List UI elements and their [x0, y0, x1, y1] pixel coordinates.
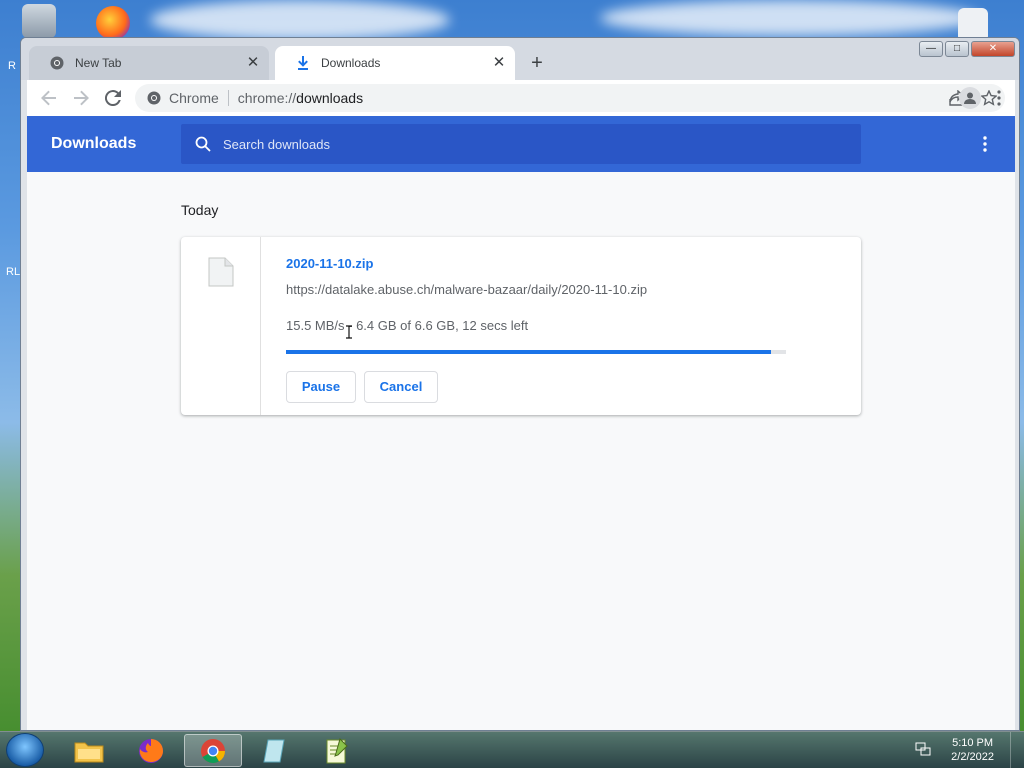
- kebab-menu-icon: [983, 136, 987, 152]
- page-title: Downloads: [51, 135, 137, 152]
- tab-title: Downloads: [321, 56, 381, 70]
- recycle-bin-icon[interactable]: [22, 4, 56, 38]
- search-field[interactable]: [181, 124, 861, 164]
- pause-button[interactable]: Pause: [286, 371, 356, 403]
- chrome-window: New Tab ✕ Downloads ✕ + — □ ✕ Chrome chr…: [20, 37, 1020, 731]
- tab-downloads[interactable]: Downloads ✕: [275, 46, 515, 80]
- profile-avatar-button[interactable]: [959, 87, 981, 109]
- download-icon: [295, 55, 311, 71]
- chrome-icon: [49, 55, 65, 71]
- download-item-card: 2020-11-10.zip https://datalake.abuse.ch…: [181, 237, 861, 415]
- search-icon: [195, 136, 211, 152]
- browser-toolbar: Chrome chrome://downloads: [27, 80, 1015, 116]
- file-icon: [208, 257, 234, 292]
- clock-time: 5:10 PM: [952, 737, 994, 749]
- close-window-button[interactable]: ✕: [971, 41, 1015, 57]
- show-desktop-button[interactable]: [1010, 732, 1024, 768]
- address-bar[interactable]: Chrome chrome://downloads: [135, 84, 1005, 112]
- back-button[interactable]: [33, 82, 65, 114]
- tab-close-icon[interactable]: ✕: [243, 53, 263, 73]
- taskbar-file-explorer[interactable]: [60, 734, 118, 767]
- file-explorer-icon: [74, 742, 104, 762]
- download-progress-fill: [286, 350, 771, 354]
- taskbar-firefox[interactable]: [122, 734, 180, 767]
- taskbar-notepad-plus-plus[interactable]: [308, 734, 366, 767]
- date-section-label: Today: [181, 202, 219, 218]
- url-path: downloads: [296, 90, 364, 106]
- tab-close-icon[interactable]: ✕: [489, 53, 509, 73]
- search-input[interactable]: [223, 136, 861, 152]
- omnibox-divider: [227, 90, 229, 106]
- person-icon: [964, 92, 976, 104]
- downloads-page: Downloads Today 2020-11-10.zip https://d…: [27, 116, 1015, 730]
- desktop-label-fragment: RL: [6, 266, 21, 278]
- taskbar-chrome[interactable]: [184, 734, 242, 767]
- notes-icon: [263, 739, 285, 762]
- site-chip-label: Chrome: [169, 90, 219, 106]
- tab-title: New Tab: [75, 56, 122, 70]
- forward-arrow-icon: [74, 90, 89, 106]
- minimize-button[interactable]: —: [919, 41, 943, 57]
- download-source-url[interactable]: https://datalake.abuse.ch/malware-bazaar…: [286, 282, 647, 297]
- tab-new-tab[interactable]: New Tab ✕: [29, 46, 269, 80]
- notepad-plus-plus-icon: [326, 737, 348, 763]
- url-scheme: chrome://: [237, 90, 297, 106]
- download-progress-bar: [286, 350, 786, 354]
- sky-cloud: [150, 0, 450, 40]
- tab-strip: New Tab ✕ Downloads ✕ + — □ ✕: [21, 38, 1019, 80]
- taskbar: 5:10 PM 2/2/2022: [0, 731, 1024, 768]
- downloads-menu-button[interactable]: [973, 132, 997, 156]
- taskbar-notes[interactable]: [246, 734, 304, 767]
- chrome-icon: [201, 738, 225, 763]
- maximize-button[interactable]: □: [945, 41, 969, 57]
- file-icon-column: [181, 237, 261, 415]
- cancel-button[interactable]: Cancel: [364, 371, 438, 403]
- download-status-text: 15.5 MB/s - 6.4 GB of 6.6 GB, 12 secs le…: [286, 318, 529, 333]
- firefox-desktop-icon[interactable]: [96, 6, 130, 40]
- forward-button[interactable]: [65, 82, 97, 114]
- reload-button[interactable]: [97, 82, 129, 114]
- browser-menu-button[interactable]: [983, 82, 1015, 114]
- back-arrow-icon: [41, 90, 56, 106]
- reload-icon: [105, 90, 121, 106]
- sky-cloud: [600, 0, 980, 36]
- chrome-icon: [147, 91, 161, 105]
- clock-date: 2/2/2022: [951, 751, 994, 763]
- download-file-link[interactable]: 2020-11-10.zip: [286, 256, 373, 271]
- desktop-label-fragment: R: [8, 60, 16, 72]
- text-cursor-icon: [346, 325, 352, 339]
- kebab-menu-icon: [997, 90, 1001, 106]
- start-button[interactable]: [6, 733, 44, 767]
- network-tray-icon[interactable]: [915, 741, 931, 762]
- downloads-header: Downloads: [27, 116, 1015, 172]
- new-tab-button[interactable]: +: [524, 51, 550, 77]
- firefox-icon: [139, 738, 163, 763]
- tray-clock[interactable]: 5:10 PM 2/2/2022: [951, 736, 994, 764]
